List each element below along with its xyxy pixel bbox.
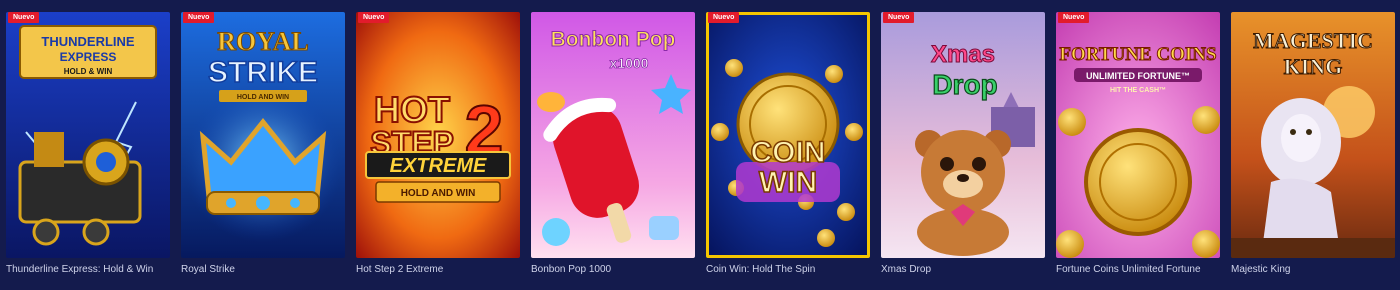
game-title[interactable]: Thunderline Express: Hold & Win — [6, 263, 176, 277]
game-thumbnail[interactable]: ROYAL STRIKE HOLD AND WIN — [181, 12, 345, 258]
coin-icon: COIN WIN — [706, 12, 870, 258]
svg-text:x1000: x1000 — [610, 55, 649, 71]
game-thumbnail[interactable]: Bonbon Pop x1000 — [531, 12, 695, 258]
game-card[interactable]: Xmas Drop Nuevo Xmas Drop — [881, 12, 1045, 282]
new-badge: Nuevo — [883, 12, 915, 23]
game-thumbnail[interactable]: COIN WIN — [706, 12, 870, 258]
game-thumbnail[interactable]: THUNDERLINE EXPRESS HOLD & WIN — [6, 12, 170, 258]
new-badge: Nuevo — [1058, 12, 1090, 23]
game-title[interactable]: Bonbon Pop 1000 — [531, 263, 701, 277]
train-icon: THUNDERLINE EXPRESS HOLD & WIN — [6, 12, 170, 258]
svg-text:UNLIMITED FORTUNE™: UNLIMITED FORTUNE™ — [1086, 71, 1190, 81]
svg-text:HOLD & WIN: HOLD & WIN — [64, 67, 113, 76]
game-card[interactable]: FORTUNE COINS UNLIMITED FORTUNE™ HIT THE… — [1056, 12, 1220, 282]
fire-icon: HOT STEP 2 EXTREME HOLD AND WIN — [356, 12, 520, 258]
bear-icon: Xmas Drop — [881, 12, 1045, 258]
svg-text:HOT: HOT — [374, 89, 450, 130]
game-title[interactable]: Xmas Drop — [881, 263, 1051, 277]
game-card-selected[interactable]: COIN WIN Nuevo Coin Win: Hold The Spin — [706, 12, 870, 282]
crown-icon: ROYAL STRIKE HOLD AND WIN — [181, 12, 345, 258]
svg-text:STRIKE: STRIKE — [208, 56, 318, 89]
svg-text:COIN: COIN — [751, 136, 826, 169]
game-thumbnail[interactable]: FORTUNE COINS UNLIMITED FORTUNE™ HIT THE… — [1056, 12, 1220, 258]
svg-text:WIN: WIN — [759, 166, 817, 199]
svg-text:Bonbon Pop: Bonbon Pop — [551, 28, 676, 51]
game-title[interactable]: Coin Win: Hold The Spin — [706, 263, 876, 277]
new-badge: Nuevo — [708, 12, 740, 23]
game-title[interactable]: Fortune Coins Unlimited Fortune — [1056, 263, 1226, 277]
game-title[interactable]: Majestic King — [1231, 263, 1400, 277]
svg-text:FORTUNE COINS: FORTUNE COINS — [1059, 44, 1216, 65]
svg-text:ROYAL: ROYAL — [217, 27, 309, 56]
new-badge: Nuevo — [358, 12, 390, 23]
new-badge: Nuevo — [183, 12, 215, 23]
game-card[interactable]: ROYAL STRIKE HOLD AND WIN Nuevo Royal St… — [181, 12, 345, 282]
svg-text:THUNDERLINE: THUNDERLINE — [41, 34, 134, 49]
game-grid: THUNDERLINE EXPRESS HOLD & WIN Nuevo Thu… — [6, 12, 1395, 282]
coin-icon: FORTUNE COINS UNLIMITED FORTUNE™ HIT THE… — [1056, 12, 1220, 258]
svg-text:Drop: Drop — [932, 69, 997, 100]
svg-text:HOLD AND WIN: HOLD AND WIN — [237, 94, 289, 101]
svg-text:HOLD AND WIN: HOLD AND WIN — [401, 188, 476, 199]
game-title[interactable]: Royal Strike — [181, 263, 351, 277]
game-card[interactable]: Bonbon Pop x1000 Bonbon Pop 1000 — [531, 12, 695, 282]
game-thumbnail[interactable]: HOT STEP 2 EXTREME HOLD AND WIN — [356, 12, 520, 258]
game-thumbnail[interactable]: MAGESTIC KING — [1231, 12, 1395, 258]
svg-text:EXPRESS: EXPRESS — [60, 50, 117, 64]
popsicle-icon: Bonbon Pop x1000 — [531, 12, 695, 258]
game-thumbnail[interactable]: Xmas Drop — [881, 12, 1045, 258]
game-card[interactable]: MAGESTIC KING Majestic King — [1231, 12, 1395, 282]
game-card[interactable]: THUNDERLINE EXPRESS HOLD & WIN Nuevo Thu… — [6, 12, 170, 282]
svg-text:KING: KING — [1284, 54, 1343, 79]
svg-text:MAGESTIC: MAGESTIC — [1253, 28, 1373, 53]
game-title[interactable]: Hot Step 2 Extreme — [356, 263, 526, 277]
svg-text:HIT THE CASH™: HIT THE CASH™ — [1110, 87, 1166, 94]
new-badge: Nuevo — [8, 12, 40, 23]
lion-icon: MAGESTIC KING — [1231, 12, 1395, 258]
svg-text:Xmas: Xmas — [931, 41, 995, 68]
svg-text:EXTREME: EXTREME — [390, 155, 487, 177]
game-card[interactable]: HOT STEP 2 EXTREME HOLD AND WIN Nuevo Ho… — [356, 12, 520, 282]
